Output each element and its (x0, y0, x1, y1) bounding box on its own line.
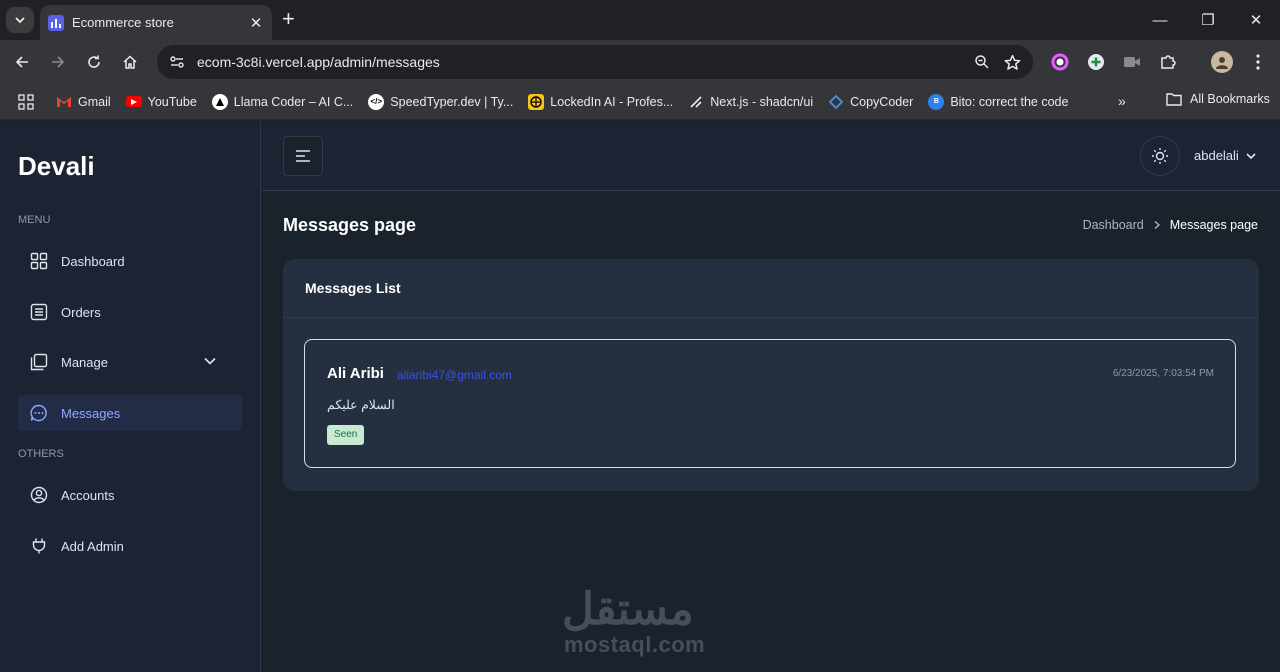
message-item[interactable]: Ali Aribi aliaribi47@gmail.com 6/23/2025… (304, 339, 1236, 468)
folder-icon (1166, 93, 1182, 106)
extension-rainbow-icon[interactable] (1050, 52, 1070, 72)
username: abdelali (1194, 148, 1239, 163)
close-window-button[interactable]: ✕ (1232, 0, 1280, 40)
sidebar: Devali MENU Dashboard Orders Manage Mess… (0, 121, 261, 672)
lockedin-icon (528, 93, 545, 110)
sidebar-item-accounts[interactable]: Accounts (18, 477, 242, 513)
chevron-down-icon (15, 17, 25, 24)
bookmarks-bar: Gmail YouTube Llama Coder – AI C... </> … (0, 84, 1280, 120)
menu-section-label: MENU (18, 214, 51, 226)
manage-icon (30, 353, 48, 371)
profile-avatar[interactable] (1211, 51, 1233, 73)
sidebar-item-orders[interactable]: Orders (18, 294, 242, 330)
sidebar-item-add-admin[interactable]: Add Admin (18, 528, 242, 564)
back-button[interactable] (10, 50, 34, 74)
window-controls: — ❐ ✕ (1136, 0, 1280, 40)
others-section-label: OTHERS (18, 448, 64, 460)
store-favicon-icon (48, 14, 64, 31)
apps-grid-icon[interactable] (18, 93, 34, 110)
logo[interactable]: Devali (18, 151, 95, 182)
breadcrumb-current: Messages page (1169, 218, 1258, 232)
grid-icon (30, 252, 48, 270)
llama-icon (211, 93, 228, 110)
bookmark-gmail[interactable]: Gmail (56, 94, 111, 110)
chevron-right-icon (1154, 220, 1160, 230)
chevron-down-icon (204, 357, 216, 365)
message-body: السلام عليكم (327, 398, 395, 412)
shadcn-icon (688, 94, 704, 110)
star-icon[interactable] (1004, 54, 1021, 71)
reload-button[interactable] (82, 50, 106, 74)
main-content: Messages page Dashboard Messages page Me… (262, 191, 1280, 672)
home-button[interactable] (118, 50, 142, 74)
forward-button[interactable] (46, 50, 70, 74)
gmail-icon (56, 94, 72, 110)
browser-tab[interactable]: Ecommerce store ✕ (40, 5, 272, 40)
sidebar-toggle-button[interactable] (283, 136, 323, 176)
tab-search-button[interactable] (6, 7, 34, 33)
extension-plus-icon[interactable] (1086, 52, 1106, 72)
sender-email[interactable]: aliaribi47@gmail.com (397, 368, 512, 382)
chat-icon (30, 404, 47, 422)
extensions-puzzle-icon[interactable] (1158, 52, 1178, 72)
browser-tab-bar: Ecommerce store ✕ + — ❐ ✕ (0, 0, 1280, 40)
arrow-right-icon (52, 56, 65, 68)
site-settings-icon[interactable] (169, 54, 185, 70)
message-date: 6/23/2025, 7:03:54 PM (1112, 368, 1214, 379)
breadcrumb-dashboard[interactable]: Dashboard (1083, 218, 1144, 232)
user-icon (30, 486, 48, 504)
reload-icon (88, 55, 100, 68)
address-bar[interactable]: ecom-3c8i.vercel.app/admin/messages (157, 45, 1033, 79)
all-bookmarks-button[interactable]: All Bookmarks (1166, 92, 1270, 106)
minimize-button[interactable]: — (1136, 0, 1184, 40)
tab-title: Ecommerce store (72, 15, 174, 30)
copycoder-icon (828, 94, 844, 110)
menu-lines-icon (296, 150, 310, 162)
sun-icon (1152, 148, 1168, 164)
status-badge: Seen (327, 425, 365, 445)
home-icon (123, 55, 137, 69)
code-icon: </> (368, 93, 385, 110)
browser-toolbar: ecom-3c8i.vercel.app/admin/messages (0, 40, 1280, 84)
sidebar-item-dashboard[interactable]: Dashboard (18, 243, 242, 279)
card-title: Messages List (305, 280, 401, 296)
sender-name: Ali Aribi (327, 365, 384, 382)
bookmark-bito[interactable]: B Bito: correct the code (928, 93, 1068, 110)
user-menu[interactable]: abdelali (1194, 148, 1257, 163)
camera-icon[interactable] (1122, 52, 1142, 72)
more-bookmarks-icon[interactable]: » (1118, 93, 1126, 109)
bookmark-shadcn[interactable]: Next.js - shadcn/ui (688, 94, 813, 110)
watermark: مستقل mostaql.com (562, 585, 722, 662)
zoom-icon[interactable] (974, 54, 990, 70)
top-header: abdelali (262, 121, 1280, 191)
chevron-down-icon (1246, 152, 1256, 159)
url-text[interactable]: ecom-3c8i.vercel.app/admin/messages (197, 54, 974, 70)
new-tab-button[interactable]: + (282, 8, 295, 30)
divider (283, 317, 1259, 318)
bookmark-lockedin[interactable]: LockedIn AI - Profes... (528, 93, 673, 110)
breadcrumb: Dashboard Messages page (1083, 218, 1258, 232)
sidebar-item-manage[interactable]: Manage (18, 344, 242, 380)
theme-toggle-button[interactable] (1140, 136, 1180, 176)
messages-card: Messages List Ali Aribi aliaribi47@gmail… (283, 259, 1259, 491)
watermark-arabic: مستقل (562, 585, 694, 634)
youtube-icon (125, 96, 142, 107)
bookmark-llama-coder[interactable]: Llama Coder – AI C... (211, 93, 353, 110)
bookmark-copycoder[interactable]: CopyCoder (828, 94, 913, 110)
bito-icon: B (928, 93, 945, 110)
arrow-left-icon (15, 56, 28, 68)
bookmark-speedtyper[interactable]: </> SpeedTyper.dev | Ty... (368, 93, 513, 110)
sidebar-item-messages[interactable]: Messages (18, 395, 242, 431)
plug-icon (32, 538, 46, 554)
close-tab-icon[interactable]: ✕ (248, 14, 264, 32)
browser-menu-icon[interactable] (1248, 52, 1268, 72)
page-title: Messages page (283, 215, 417, 235)
bookmark-youtube[interactable]: YouTube (125, 95, 197, 109)
restore-button[interactable]: ❐ (1184, 0, 1232, 40)
watermark-latin: mostaql.com (564, 632, 706, 657)
orders-icon (30, 303, 48, 321)
